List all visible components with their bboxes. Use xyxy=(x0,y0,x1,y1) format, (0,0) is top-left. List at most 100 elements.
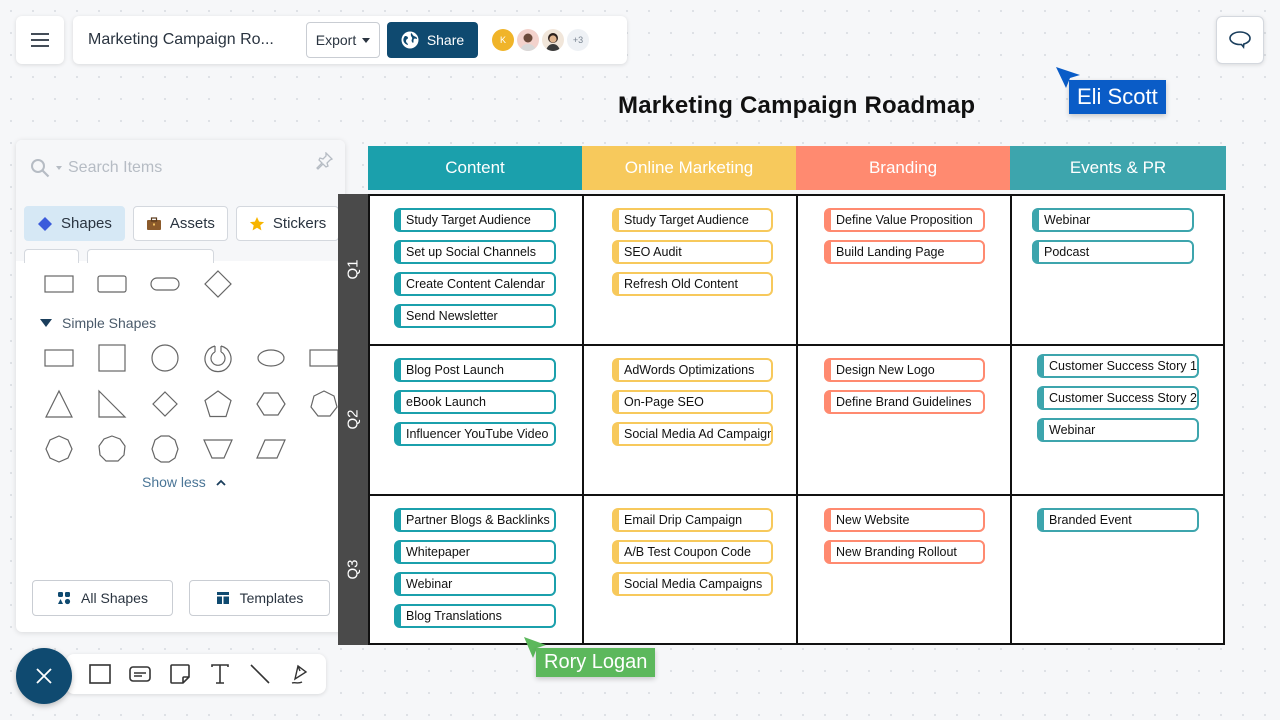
task-card[interactable]: Branded Event xyxy=(1037,508,1199,532)
export-button[interactable]: Export xyxy=(306,22,380,58)
task-card[interactable]: Customer Success Story 2 xyxy=(1037,386,1199,410)
task-card[interactable]: Build Landing Page xyxy=(824,240,985,264)
document-title[interactable]: Marketing Campaign Ro... xyxy=(88,31,302,49)
avatar[interactable]: K xyxy=(492,29,514,51)
show-less-button[interactable]: Show less xyxy=(142,474,226,490)
task-card[interactable]: Social Media Ad Campaign xyxy=(612,422,773,446)
panel-tabs: Shapes Assets Stickers xyxy=(24,206,340,241)
chevron-up-icon xyxy=(216,479,226,486)
shape-diamond[interactable] xyxy=(191,268,244,300)
task-card[interactable]: Create Content Calendar xyxy=(394,272,556,296)
share-label: Share xyxy=(426,32,465,48)
task-card[interactable]: Customer Success Story 1 xyxy=(1037,354,1199,378)
text-tool[interactable] xyxy=(208,662,232,686)
templates-button[interactable]: Templates xyxy=(189,580,330,616)
shape-circle[interactable] xyxy=(138,342,191,374)
task-card[interactable]: Design New Logo xyxy=(824,358,985,382)
task-card[interactable]: A/B Test Coupon Code xyxy=(612,540,773,564)
pen-tool[interactable] xyxy=(288,662,312,686)
card-tool[interactable] xyxy=(128,662,152,686)
close-toolbar-button[interactable] xyxy=(16,648,72,704)
line-tool[interactable] xyxy=(248,662,272,686)
column-header-content[interactable]: Content xyxy=(368,146,582,190)
row-header-q2[interactable]: Q2 xyxy=(338,344,368,494)
avatar[interactable] xyxy=(542,29,564,51)
task-card[interactable]: On-Page SEO xyxy=(612,390,773,414)
tab-overflow[interactable] xyxy=(87,249,214,263)
row-header-q3[interactable]: Q3 xyxy=(338,494,368,645)
shape-hexagon[interactable] xyxy=(244,388,297,420)
task-card[interactable]: Define Brand Guidelines xyxy=(824,390,985,414)
task-card[interactable]: Define Value Proposition xyxy=(824,208,985,232)
shape-pill[interactable] xyxy=(138,268,191,300)
task-card[interactable]: Set up Social Channels xyxy=(394,240,556,264)
task-card[interactable]: Blog Post Launch xyxy=(394,358,556,382)
shape-trapezoid[interactable] xyxy=(191,433,244,465)
task-card[interactable]: SEO Audit xyxy=(612,240,773,264)
collaborator-cursor-label: Eli Scott xyxy=(1069,80,1166,114)
column-header-branding[interactable]: Branding xyxy=(796,146,1010,190)
show-less-label: Show less xyxy=(142,474,206,490)
pin-icon[interactable] xyxy=(315,152,333,170)
text-icon xyxy=(211,664,229,684)
search-input[interactable] xyxy=(68,159,288,177)
task-card[interactable]: Send Newsletter xyxy=(394,304,556,328)
tab-stickers[interactable]: Stickers xyxy=(235,206,340,241)
sticky-note-tool[interactable] xyxy=(168,662,192,686)
all-shapes-label: All Shapes xyxy=(81,590,148,606)
shape-decagon[interactable] xyxy=(138,433,191,465)
task-card[interactable]: Partner Blogs & Backlinks xyxy=(394,508,556,532)
shape-triangle[interactable] xyxy=(32,388,85,420)
avatar[interactable] xyxy=(517,29,539,51)
task-card[interactable]: Whitepaper xyxy=(394,540,556,564)
task-card[interactable]: Study Target Audience xyxy=(612,208,773,232)
tab-overflow[interactable] xyxy=(24,249,79,263)
shape-pentagon[interactable] xyxy=(191,388,244,420)
shape-octagon[interactable] xyxy=(32,433,85,465)
column-header-online-marketing[interactable]: Online Marketing xyxy=(582,146,796,190)
all-shapes-button[interactable]: All Shapes xyxy=(32,580,173,616)
tab-assets[interactable]: Assets xyxy=(132,206,228,241)
task-card[interactable]: Webinar xyxy=(394,572,556,596)
task-card[interactable]: Blog Translations xyxy=(394,604,556,628)
shape-ellipse[interactable] xyxy=(244,342,297,374)
task-card[interactable]: Webinar xyxy=(1037,418,1199,442)
column-header-events-pr[interactable]: Events & PR xyxy=(1010,146,1226,190)
collaborator-avatars[interactable]: K +3 xyxy=(492,29,589,51)
shape-right-triangle[interactable] xyxy=(85,388,138,420)
rectangle-tool[interactable] xyxy=(88,662,112,686)
shape-parallelogram[interactable] xyxy=(244,433,297,465)
shape-rectangle[interactable] xyxy=(32,268,85,300)
task-card[interactable]: Podcast xyxy=(1032,240,1194,264)
caret-down-icon[interactable] xyxy=(56,166,62,170)
task-card[interactable]: Email Drip Campaign xyxy=(612,508,773,532)
shape-rectangle[interactable] xyxy=(32,342,85,374)
task-card[interactable]: Influencer YouTube Video xyxy=(394,422,556,446)
shape-diamond[interactable] xyxy=(138,388,191,420)
tab-label: Stickers xyxy=(272,215,327,232)
simple-shapes-section-toggle[interactable]: Simple Shapes xyxy=(40,315,156,331)
row-label: Q2 xyxy=(344,408,362,430)
grid-divider xyxy=(370,494,1223,496)
task-card[interactable]: AdWords Optimizations xyxy=(612,358,773,382)
menu-button[interactable] xyxy=(16,16,64,64)
more-collaborators-badge[interactable]: +3 xyxy=(567,29,589,51)
shape-square[interactable] xyxy=(85,342,138,374)
task-card[interactable]: Social Media Campaigns xyxy=(612,572,773,596)
task-card[interactable]: Refresh Old Content xyxy=(612,272,773,296)
share-button[interactable]: Share xyxy=(387,22,478,58)
grid-divider xyxy=(370,344,1223,346)
comments-button[interactable] xyxy=(1216,16,1264,64)
shape-nonagon[interactable] xyxy=(85,433,138,465)
row-header-q1[interactable]: Q1 xyxy=(338,194,368,344)
task-card[interactable]: Webinar xyxy=(1032,208,1194,232)
square-icon xyxy=(97,344,126,372)
tab-shapes[interactable]: Shapes xyxy=(24,206,125,241)
task-card[interactable]: eBook Launch xyxy=(394,390,556,414)
drawing-toolbar xyxy=(66,654,326,694)
shape-donut[interactable] xyxy=(191,342,244,374)
task-card[interactable]: Study Target Audience xyxy=(394,208,556,232)
shape-rounded-rectangle[interactable] xyxy=(85,268,138,300)
task-card[interactable]: New Branding Rollout xyxy=(824,540,985,564)
task-card[interactable]: New Website xyxy=(824,508,985,532)
